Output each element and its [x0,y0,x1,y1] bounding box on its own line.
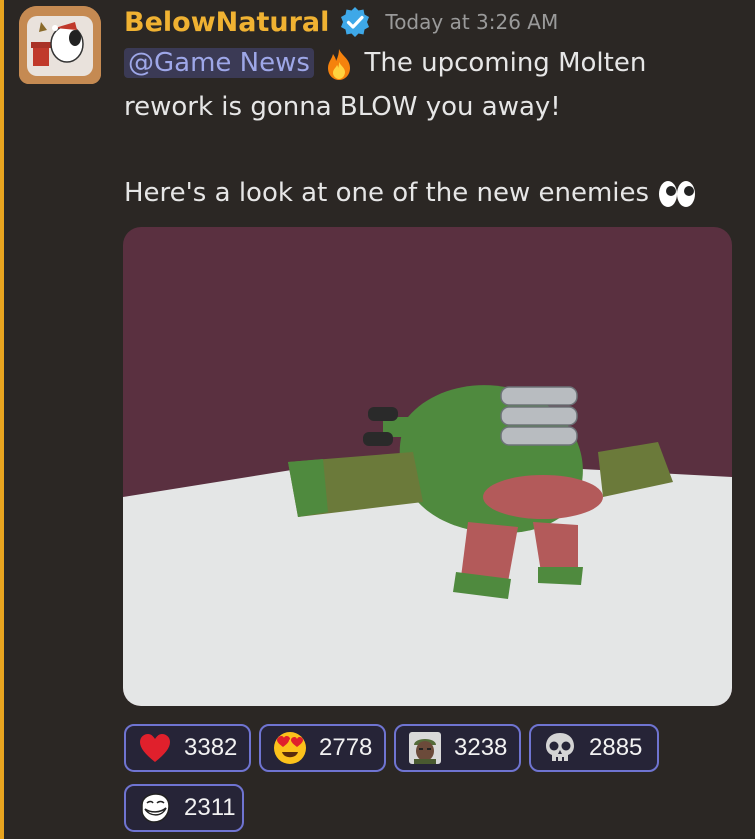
message-text-line-1: @Game News The upcoming Molten [124,42,646,84]
reaction-count: 3238 [454,734,508,761]
reaction-troll-face[interactable]: 2311 [124,784,244,832]
red-heart-icon [140,734,170,762]
heart-eyes-icon [274,732,306,764]
reaction-count: 2311 [184,794,236,821]
eyes-icon [659,180,696,207]
message-text-part-1: The upcoming Molten [364,48,647,78]
fire-icon [328,48,351,80]
reaction-count: 2885 [589,734,643,761]
role-mention[interactable]: @Game News [124,48,314,78]
reaction-count: 2778 [319,734,373,761]
reaction-heart-eyes[interactable]: 2778 [259,724,386,772]
verified-badge-icon [341,7,370,37]
message-text-part-2: rework is gonna BLOW you away! [124,92,561,122]
highlight-accent-bar [0,0,4,839]
username[interactable]: BelowNatural [124,7,329,38]
image-attachment[interactable] [123,227,732,706]
reaction-red-heart[interactable]: 3382 [124,724,251,772]
reaction-custom-soldier[interactable]: 3238 [394,724,521,772]
soldier-face-icon [409,732,441,764]
troll-face-icon [141,793,170,823]
timestamp[interactable]: Today at 3:26 AM [385,10,558,34]
message-text-line-3: Here's a look at one of the new enemies [124,172,697,214]
skull-icon [546,733,574,761]
message-text-part-3: Here's a look at one of the new enemies [124,178,650,208]
message-header: BelowNatural Today at 3:26 AM [124,2,558,42]
reaction-count: 3382 [184,734,238,761]
reaction-skull[interactable]: 2885 [529,724,659,772]
avatar[interactable] [19,6,101,84]
